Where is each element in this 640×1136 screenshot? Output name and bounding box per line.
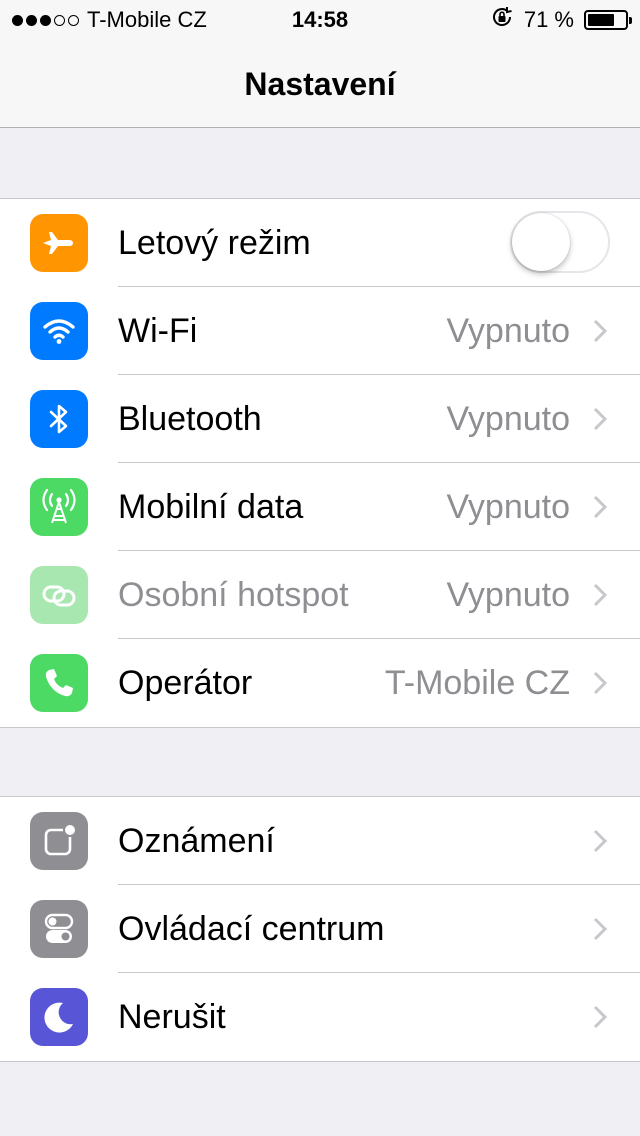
row-value: Vypnuto: [446, 312, 571, 350]
chevron-right-icon: [593, 671, 608, 695]
settings-row-bluetooth[interactable]: Bluetooth Vypnuto: [0, 375, 640, 463]
moon-icon: [30, 988, 88, 1046]
phone-icon: [30, 654, 88, 712]
chevron-right-icon: [593, 829, 608, 853]
settings-row-wifi[interactable]: Wi-Fi Vypnuto: [0, 287, 640, 375]
row-label: Nerušit: [118, 998, 226, 1036]
cellular-antenna-icon: [30, 478, 88, 536]
row-label: Mobilní data: [118, 488, 304, 526]
row-label: Ovládací centrum: [118, 910, 385, 948]
row-label: Wi-Fi: [118, 312, 198, 350]
status-bar: T-Mobile CZ 14:58 71 %: [0, 0, 640, 40]
settings-group-connectivity: Letový režim Wi-Fi Vypnuto Bluetooth Vyp…: [0, 198, 640, 728]
row-value: Vypnuto: [446, 488, 571, 526]
airplane-mode-toggle[interactable]: [510, 211, 610, 273]
row-label: Letový režim: [118, 224, 311, 262]
settings-group-notifications: Oznámení Ovládací centrum Nerušit: [0, 796, 640, 1062]
rotation-lock-icon: [490, 5, 514, 35]
battery-icon: [584, 10, 632, 30]
chevron-right-icon: [593, 319, 608, 343]
toggle-knob[interactable]: [512, 213, 570, 271]
settings-row-notifications[interactable]: Oznámení: [0, 797, 640, 885]
settings-row-control-center[interactable]: Ovládací centrum: [0, 885, 640, 973]
row-label: Bluetooth: [118, 400, 262, 438]
chevron-right-icon: [593, 1005, 608, 1029]
row-label: Osobní hotspot: [118, 576, 349, 614]
row-value: Vypnuto: [446, 576, 571, 614]
row-value: Vypnuto: [446, 400, 571, 438]
control-center-icon: [30, 900, 88, 958]
battery-fill: [588, 14, 614, 26]
settings-row-personal-hotspot[interactable]: Osobní hotspot Vypnuto: [0, 551, 640, 639]
row-label: Oznámení: [118, 822, 275, 860]
settings-row-carrier[interactable]: Operátor T-Mobile CZ: [0, 639, 640, 727]
airplane-icon: [30, 214, 88, 272]
chevron-right-icon: [593, 495, 608, 519]
page-title: Nastavení: [244, 66, 396, 102]
row-label: Operátor: [118, 664, 253, 702]
hotspot-icon: [30, 566, 88, 624]
bluetooth-icon: [30, 390, 88, 448]
battery-percent: 71 %: [523, 7, 574, 32]
settings-row-do-not-disturb[interactable]: Nerušit: [0, 973, 640, 1061]
chevron-right-icon: [593, 917, 608, 941]
chevron-right-icon: [593, 407, 608, 431]
settings-row-cellular-data[interactable]: Mobilní data Vypnuto: [0, 463, 640, 551]
settings-row-airplane-mode[interactable]: Letový režim: [0, 199, 640, 287]
wifi-icon: [30, 302, 88, 360]
row-value: T-Mobile CZ: [384, 664, 570, 702]
status-right: 71 %: [490, 5, 632, 35]
notifications-icon: [30, 812, 88, 870]
chevron-right-icon: [593, 583, 608, 607]
navigation-bar: Nastavení: [0, 40, 640, 128]
